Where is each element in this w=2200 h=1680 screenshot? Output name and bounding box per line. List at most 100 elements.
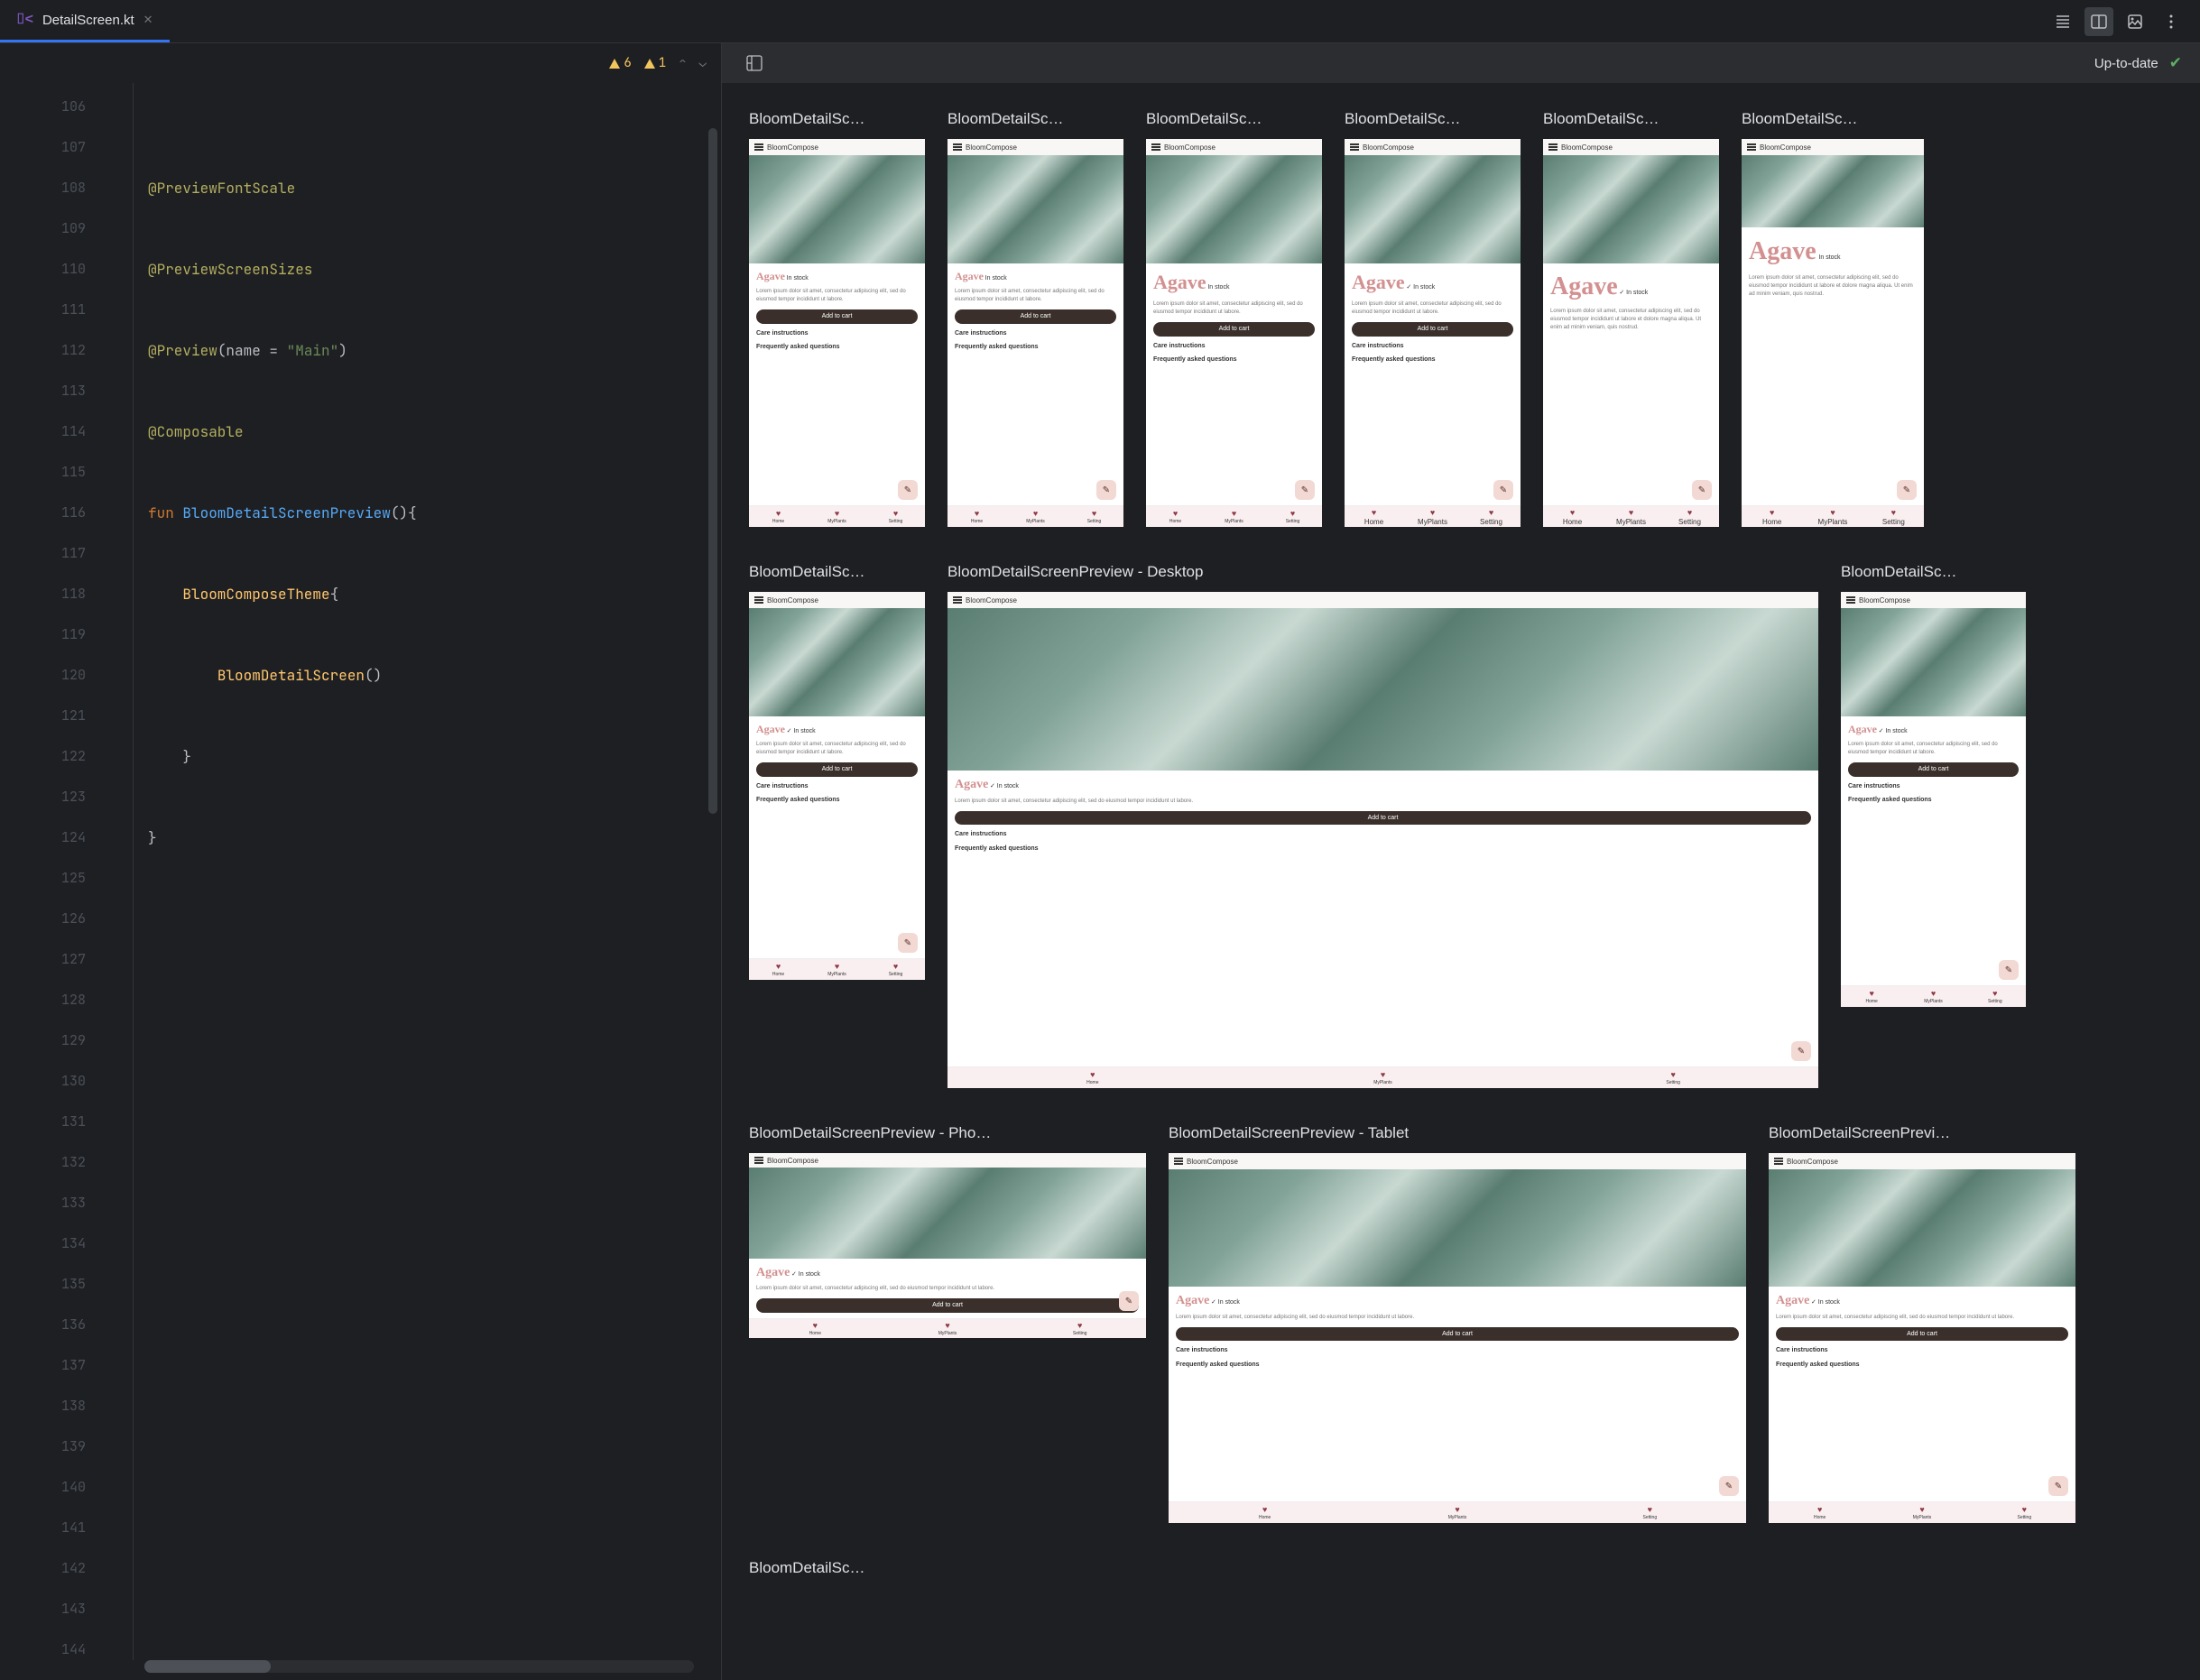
preview-card: BloomDetailSc… BloomCompose Agave ✓ In s… [749,563,925,980]
mock-product-title: Agave [1550,272,1618,300]
warning-indicator-b[interactable]: 1 [644,55,666,71]
next-highlight-icon[interactable]: ⌄ [699,55,707,71]
mock-bottom-nav: ♥Home♥MyPlants♥Setting [749,1318,1146,1338]
hamburger-icon [1747,143,1756,151]
mock-hero-image [947,608,1818,771]
mock-care-section: Care instructions [955,329,1116,338]
mock-care-section: Care instructions [1153,342,1315,351]
mock-product-title: Agave [955,778,988,791]
preview-card: BloomDetailScreenPrevi… BloomCompose Aga… [1769,1124,2075,1523]
prev-highlight-icon[interactable]: ⌃ [679,55,686,71]
preview-mock[interactable]: BloomCompose Agave ✓ In stock Lorem ipsu… [749,1153,1146,1338]
mock-description: Lorem ipsum dolor sit amet, consectetur … [756,1285,1139,1293]
preview-title: BloomDetailSc… [749,563,925,581]
list-view-icon[interactable] [2048,7,2077,36]
mock-faq-section: Frequently asked questions [1776,1361,2068,1370]
hamburger-icon [754,1157,763,1164]
preview-mock[interactable]: BloomCompose Agave In stock Lorem ipsum … [947,139,1123,527]
mock-bottom-nav: ♥Home♥MyPlants♥Setting [1345,505,1521,527]
mock-add-to-cart-button: Add to cart [1848,762,2019,777]
preview-layout-icon[interactable] [740,49,769,78]
mock-product-title: Agave [1776,1294,1809,1307]
close-tab-icon[interactable]: ✕ [143,13,153,27]
preview-mock[interactable]: BloomCompose Agave ✓ In stock Lorem ipsu… [1345,139,1521,527]
kotlin-file-icon: ⌷< [16,12,33,28]
preview-mock[interactable]: BloomCompose Agave In stock Lorem ipsum … [1742,139,1924,527]
mock-hero-image [1345,155,1521,263]
tab-filename: DetailScreen.kt [42,13,134,28]
hamburger-icon [1774,1158,1783,1165]
mock-stock-badge: In stock [787,275,809,282]
mock-hero-image [1769,1169,2075,1287]
mock-product-title: Agave [1749,237,1816,265]
preview-card: BloomDetailSc… BloomCompose Agave In sto… [1742,110,1924,527]
preview-card: BloomDetailSc… BloomCompose Agave In sto… [1146,110,1322,527]
heart-icon: ♥ [1381,1070,1385,1079]
heart-icon: ♥ [1770,508,1774,517]
preview-card: BloomDetailSc… BloomCompose Agave In sto… [947,110,1123,527]
warning-indicator-a[interactable]: 6 [609,55,631,71]
mock-hero-image [1742,155,1924,227]
heart-icon: ♥ [893,509,898,518]
more-options-icon[interactable] [2157,7,2186,36]
heart-icon: ♥ [1869,989,1873,998]
hamburger-icon [754,143,763,151]
mock-edit-fab: ✎ [1999,960,2019,980]
preview-card: BloomDetailScreenPreview - Tablet BloomC… [1169,1124,1746,1523]
preview-grid[interactable]: BloomDetailSc… BloomCompose Agave In sto… [722,83,2200,1680]
mock-product-title: Agave [1848,723,1877,735]
preview-card: BloomDetailSc… BloomCompose Agave ✓ In s… [1841,563,2026,1007]
mock-hero-image [947,155,1123,263]
mock-hero-image [749,155,925,263]
preview-mock[interactable]: BloomCompose Agave ✓ In stock Lorem ipsu… [1769,1153,2075,1523]
preview-mock[interactable]: BloomCompose Agave ✓ In stock Lorem ipsu… [1543,139,1719,527]
mock-stock-badge: ✓ In stock [1879,728,1908,734]
heart-icon: ♥ [1830,508,1835,517]
preview-title: BloomDetailSc… [1345,110,1521,128]
split-view-icon[interactable] [2084,7,2113,36]
heart-icon: ♥ [1290,509,1295,518]
code-content[interactable]: @PreviewFontScale @PreviewScreenSizes @P… [134,83,721,1660]
preview-card: BloomDetailSc… [749,1559,925,1577]
heart-icon: ♥ [1629,508,1633,517]
preview-mock[interactable]: BloomCompose Agave ✓ In stock Lorem ipsu… [1169,1153,1746,1523]
mock-stock-badge: ✓ In stock [1211,1299,1240,1306]
mock-bottom-nav: ♥Home♥MyPlants♥Setting [1543,505,1719,527]
preview-panel: Up-to-date ✔ BloomDetailSc… BloomCompose… [722,43,2200,1680]
preview-title: BloomDetailScreenPreview - Desktop [947,563,1818,581]
mock-add-to-cart-button: Add to cart [1776,1327,2068,1342]
mock-stock-badge: ✓ In stock [791,1271,820,1278]
hamburger-icon [953,596,962,604]
mock-app-name: BloomCompose [1363,143,1414,152]
mock-faq-section: Frequently asked questions [955,343,1116,352]
vertical-scrollbar[interactable] [708,128,717,814]
design-view-icon[interactable] [2121,7,2149,36]
hamburger-icon [1151,143,1160,151]
code-editor[interactable]: 6 1 ⌃ ⌄ 106 107 108 109 110 111 112 113 … [0,43,722,1680]
mock-stock-badge: ✓ In stock [787,728,816,734]
preview-mock[interactable]: BloomCompose Agave In stock Lorem ipsum … [749,139,925,527]
preview-mock[interactable]: BloomCompose Agave ✓ In stock Lorem ipsu… [749,592,925,980]
preview-mock[interactable]: BloomCompose Agave In stock Lorem ipsum … [1146,139,1322,527]
preview-title: BloomDetailSc… [947,110,1123,128]
horizontal-scrollbar[interactable] [144,1660,694,1673]
preview-mock[interactable]: BloomCompose Agave ✓ In stock Lorem ipsu… [1841,592,2026,1007]
mock-product-title: Agave [756,270,785,282]
mock-faq-section: Frequently asked questions [1848,796,2019,805]
mock-product-title: Agave [955,270,984,282]
status-check-icon: ✔ [2169,54,2182,72]
file-tab[interactable]: ⌷< DetailScreen.kt ✕ [0,0,170,42]
mock-edit-fab: ✎ [1692,480,1712,500]
heart-icon: ♥ [1077,1321,1082,1330]
mock-stock-badge: In stock [1818,254,1840,261]
mock-product-title: Agave [756,1266,790,1279]
tab-actions [2048,7,2200,36]
heart-icon: ♥ [776,509,781,518]
mock-care-section: Care instructions [955,830,1811,839]
preview-mock[interactable]: BloomCompose Agave ✓ In stock Lorem ipsu… [947,592,1818,1088]
mock-app-name: BloomCompose [1859,596,1910,605]
heart-icon: ♥ [1687,508,1692,517]
mock-hero-image [1146,155,1322,263]
mock-app-name: BloomCompose [1187,1158,1238,1166]
mock-care-section: Care instructions [1776,1346,2068,1355]
